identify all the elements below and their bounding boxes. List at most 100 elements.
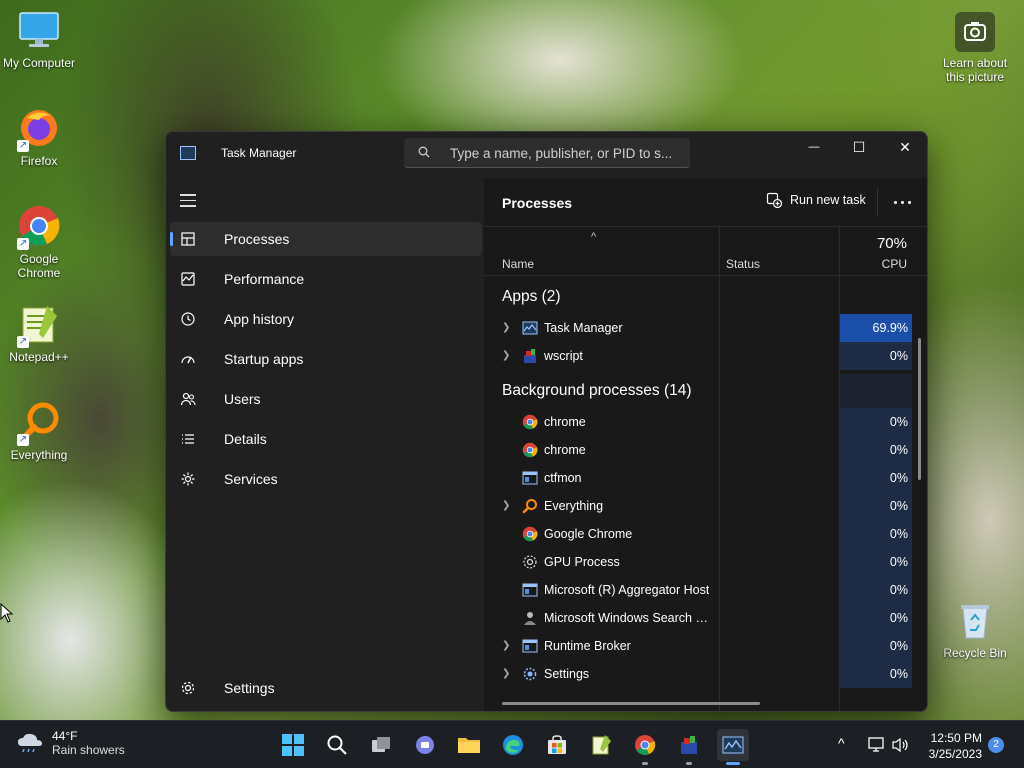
process-name: Everything [544, 499, 604, 513]
desktop-icon-firefox[interactable]: ↗ Firefox [0, 106, 78, 168]
expand-chevron-icon[interactable]: ❯ [502, 322, 510, 333]
startup-icon [180, 351, 196, 367]
process-row[interactable]: ❯ Everything 0% [484, 492, 912, 520]
desktop-icon-label: Recycle Bin [943, 646, 1007, 660]
clock-time: 12:50 PM [930, 731, 982, 745]
sidebar-item-performance[interactable]: Performance [170, 262, 482, 296]
start-button[interactable] [277, 729, 309, 761]
sidebar-item-label: Processes [224, 231, 290, 247]
edge-icon [503, 735, 523, 755]
desktop-icon-google-chrome[interactable]: ↗ Google Chrome [0, 204, 78, 280]
sidebar-item-label: Settings [224, 680, 275, 696]
expand-chevron-icon[interactable]: ❯ [502, 668, 510, 679]
process-row[interactable]: ❯ Runtime Broker 0% [484, 632, 912, 660]
more-options-button[interactable] [877, 188, 927, 216]
tray-overflow-chevron-icon[interactable]: ^ [838, 735, 845, 751]
process-row[interactable]: ❯ wscript 0% [484, 342, 912, 370]
expand-chevron-icon[interactable]: ❯ [502, 640, 510, 651]
process-row[interactable]: GPU Process 0% [484, 548, 912, 576]
cpu-value: 0% [840, 408, 912, 436]
expand-chevron-icon[interactable]: ❯ [502, 350, 510, 361]
desktop-icon-recycle-bin[interactable]: Recycle Bin [936, 598, 1014, 660]
desktop-icon-notepadpp[interactable]: ↗ Notepad++ [0, 302, 78, 364]
window-app-icon [522, 470, 538, 486]
task-manager-icon [180, 146, 196, 160]
store-button[interactable] [541, 729, 573, 761]
clock[interactable]: 12:50 PM 3/25/2023 [918, 730, 982, 762]
cpu-value: 0% [840, 492, 912, 520]
task-view-button[interactable] [365, 729, 397, 761]
wscript-icon [522, 348, 538, 364]
minimize-button[interactable]: — [791, 132, 837, 162]
vertical-scrollbar[interactable] [918, 338, 921, 480]
desktop-icon-everything[interactable]: ↗ Everything [0, 400, 78, 462]
process-row[interactable]: Microsoft (R) Aggregator Host 0% [484, 576, 912, 604]
mouse-cursor-icon [0, 603, 14, 623]
taskbar-search-button[interactable] [321, 729, 353, 761]
search-input[interactable]: Type a name, publisher, or PID to s... [404, 138, 690, 168]
processes-panel: Processes Run new task ^ Name Status 70%… [484, 178, 927, 711]
run-new-task-button[interactable]: Run new task [766, 192, 866, 208]
maximize-icon: ☐ [852, 138, 866, 155]
settings-gear-icon [522, 666, 538, 682]
sidebar-item-app-history[interactable]: App history [170, 302, 482, 336]
wscript-icon [681, 736, 697, 754]
sidebar-item-label: Startup apps [224, 351, 304, 367]
column-header-cpu[interactable]: CPU [882, 257, 907, 271]
expand-chevron-icon[interactable]: ❯ [502, 500, 510, 511]
process-row[interactable]: chrome 0% [484, 408, 912, 436]
run-task-icon [766, 192, 782, 208]
maximize-button[interactable]: ☐ [836, 132, 882, 162]
chrome-taskbar-button[interactable] [629, 729, 661, 765]
close-icon: ✕ [899, 138, 911, 155]
file-explorer-button[interactable] [453, 729, 485, 761]
run-new-task-label: Run new task [790, 193, 866, 207]
group-title-background: Background processes (14) [502, 382, 692, 399]
chrome-icon: ↗ [17, 204, 61, 250]
sidebar-item-details[interactable]: Details [170, 422, 482, 456]
column-header-status[interactable]: Status [726, 257, 760, 271]
teams-chat-button[interactable] [409, 729, 441, 761]
process-name: Task Manager [544, 321, 623, 335]
sort-arrow-icon[interactable]: ^ [591, 231, 596, 243]
camera-icon [955, 12, 995, 52]
notepadpp-taskbar-button[interactable] [585, 729, 617, 761]
desktop-icon-learn-about-picture[interactable]: Learn about this picture [936, 12, 1014, 84]
close-button[interactable]: ✕ [882, 132, 927, 162]
hamburger-menu-icon[interactable] [180, 194, 196, 211]
process-row[interactable]: Google Chrome 0% [484, 520, 912, 548]
task-manager-taskbar-button[interactable] [717, 729, 749, 765]
sidebar-item-services[interactable]: Services [170, 462, 482, 496]
volume-icon[interactable] [892, 737, 910, 756]
edge-button[interactable] [497, 729, 529, 761]
process-row[interactable]: chrome 0% [484, 436, 912, 464]
shortcut-arrow-icon: ↗ [17, 434, 29, 446]
sidebar-item-startup-apps[interactable]: Startup apps [170, 342, 482, 376]
sidebar-item-settings[interactable]: Settings [170, 671, 482, 705]
cpu-value: 0% [840, 660, 912, 688]
title-bar[interactable]: Task Manager Type a name, publisher, or … [166, 132, 927, 178]
weather-widget[interactable]: 44°F Rain showers [16, 729, 125, 757]
store-icon [548, 735, 566, 754]
search-icon [418, 146, 430, 158]
process-row[interactable]: ❯ Task Manager 69.9% [484, 314, 912, 342]
sidebar-item-users[interactable]: Users [170, 382, 482, 416]
process-name: chrome [544, 415, 586, 429]
wscript-taskbar-button[interactable] [673, 729, 705, 765]
process-row[interactable]: Microsoft Windows Search Pr... 0% [484, 604, 912, 632]
task-manager-icon [722, 736, 744, 754]
process-row[interactable]: ❯ Settings 0% [484, 660, 912, 688]
notification-badge[interactable]: 2 [988, 737, 1004, 753]
desktop-icon-label: Notepad++ [9, 350, 69, 364]
cpu-value: 0% [840, 604, 912, 632]
desktop-icon-my-computer[interactable]: My Computer [0, 8, 78, 70]
history-icon [180, 311, 196, 327]
desktop-icon-label: Learn about this picture [942, 56, 1008, 84]
process-row[interactable]: ctfmon 0% [484, 464, 912, 492]
group-title-apps: Apps (2) [502, 288, 561, 305]
column-header-name[interactable]: Name [502, 257, 534, 271]
horizontal-scrollbar[interactable] [502, 702, 760, 705]
sidebar-item-processes[interactable]: Processes [170, 222, 482, 256]
network-icon[interactable] [868, 737, 886, 756]
clock-date: 3/25/2023 [928, 747, 982, 761]
